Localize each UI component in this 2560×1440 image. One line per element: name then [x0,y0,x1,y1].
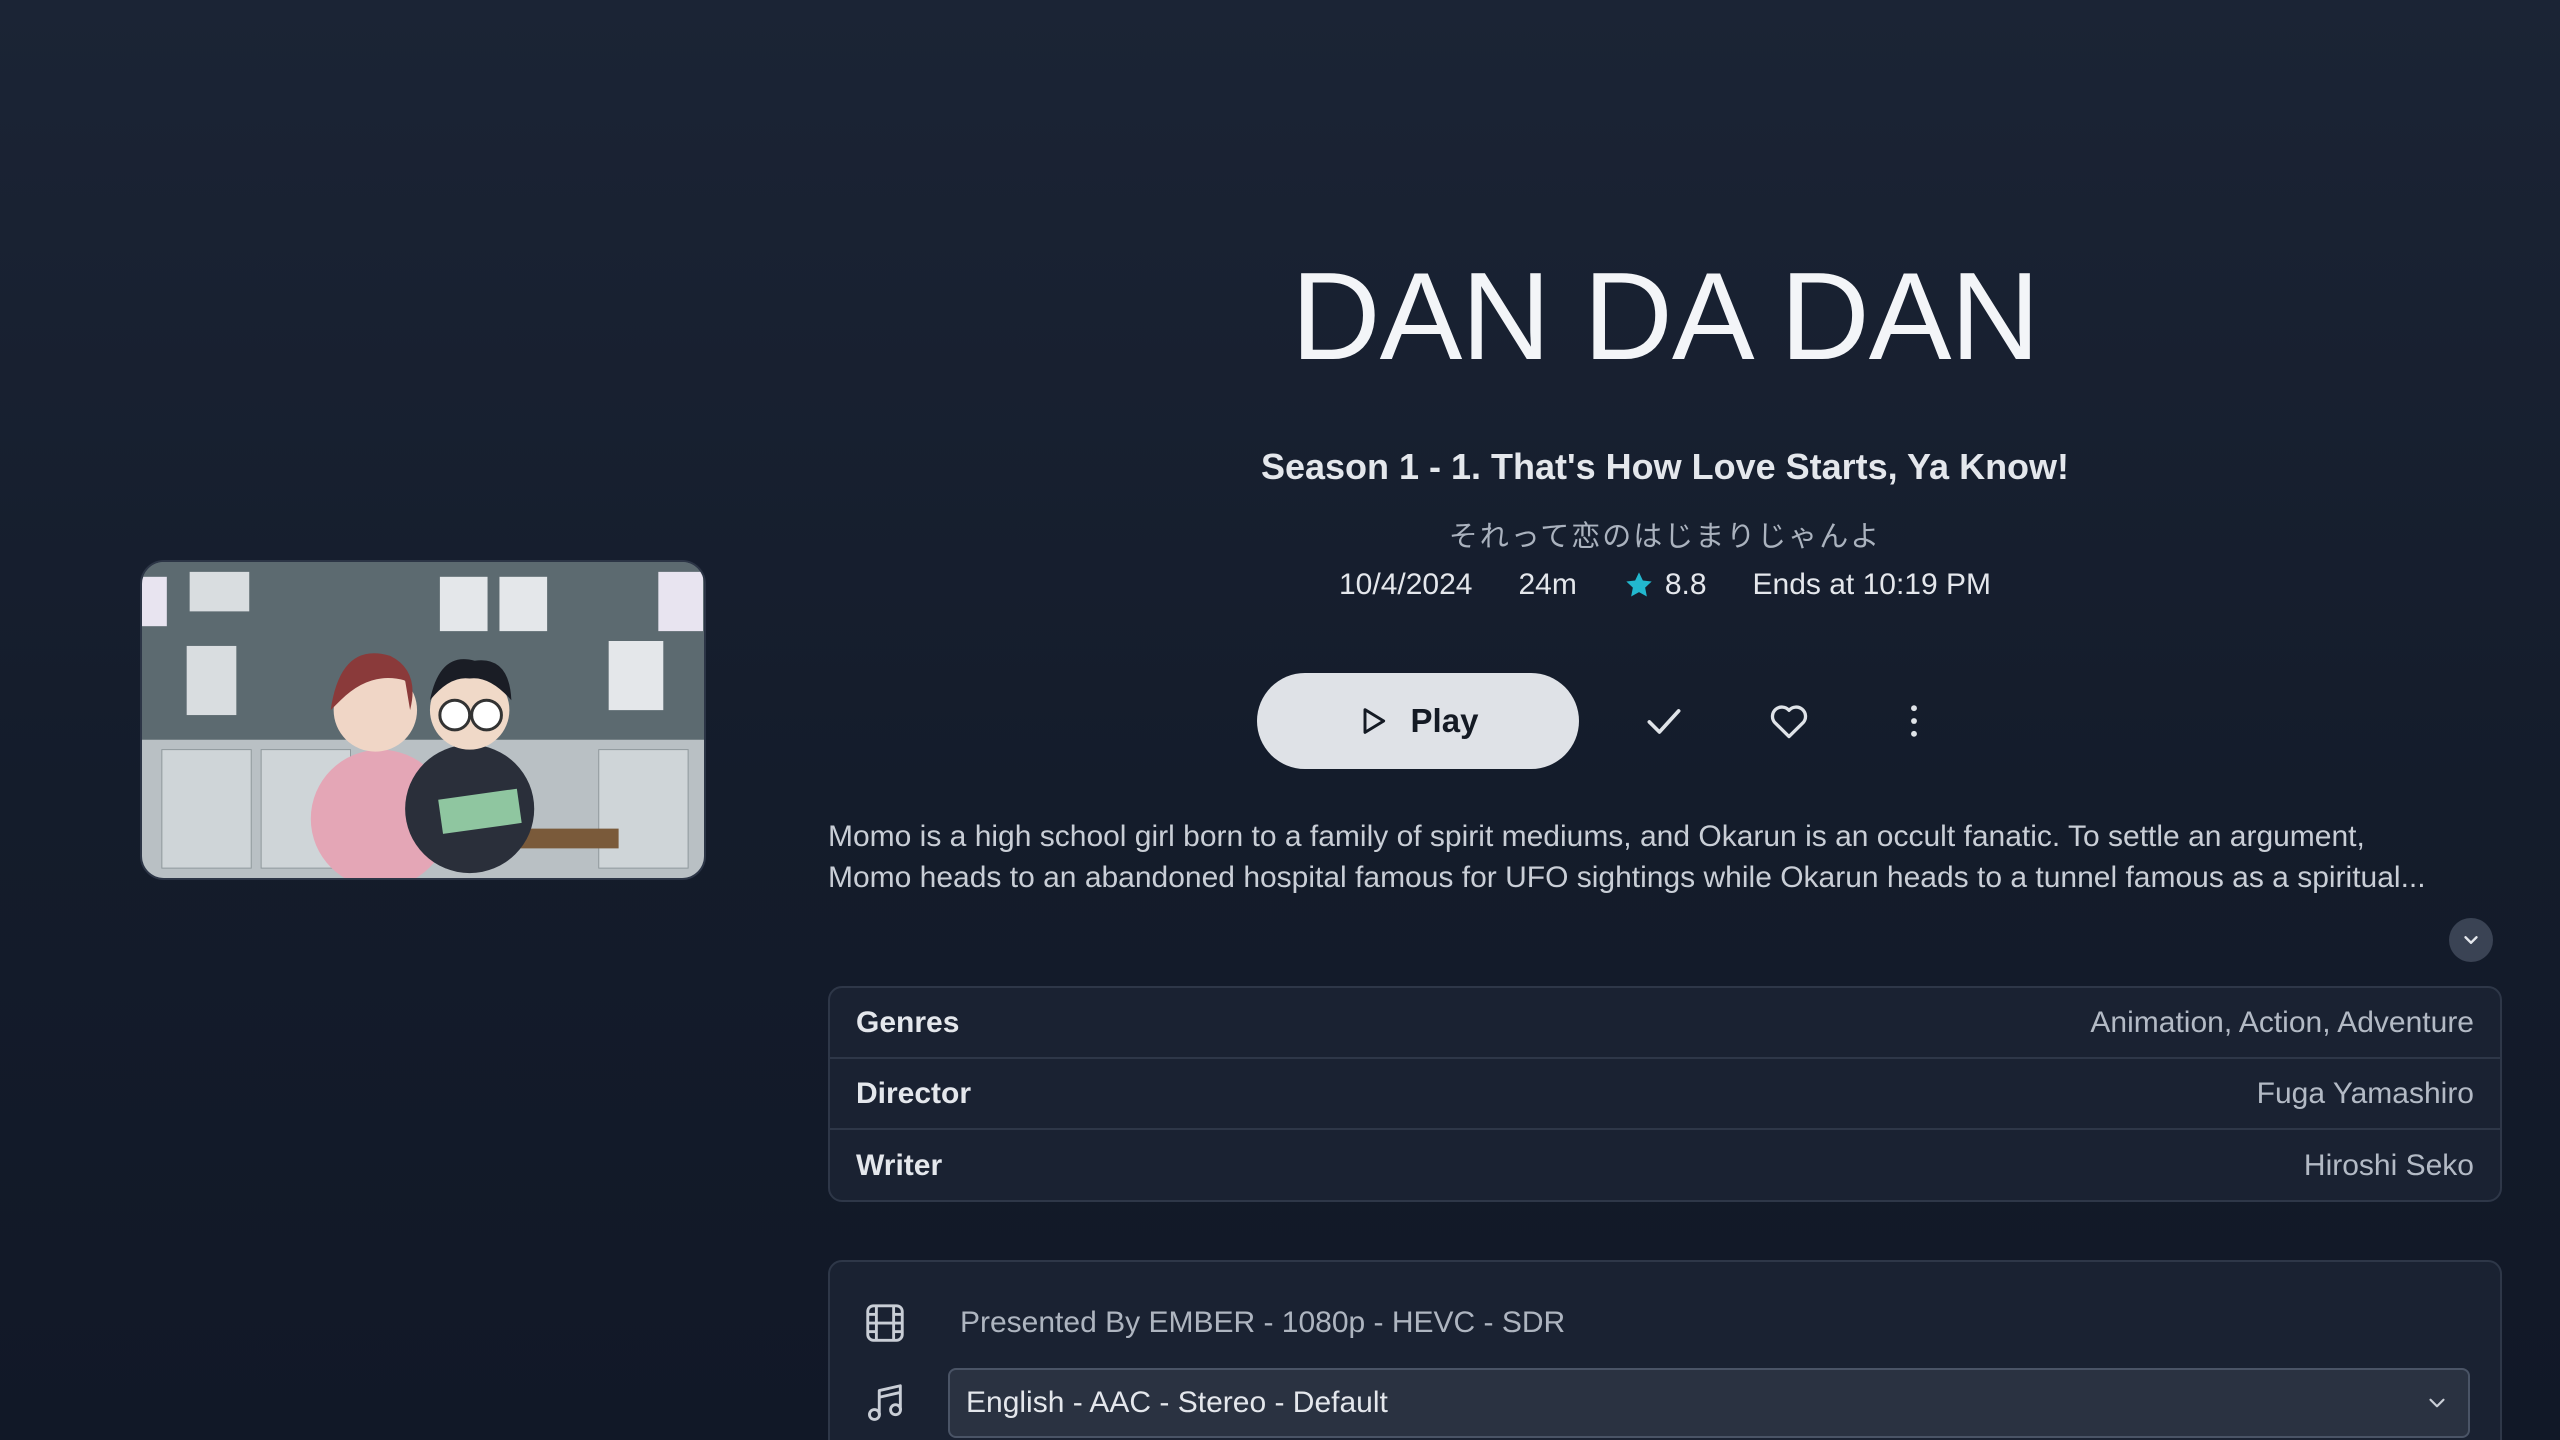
music-icon [868,1384,902,1421]
expand-overview-button[interactable] [2449,918,2493,962]
original-title: それって恋のはじまりじゃんよ [1448,521,1882,553]
overview-line-2: Momo heads to an abandoned hospital famo… [828,861,2426,894]
details-value[interactable]: Animation, Action, Adventure [2090,1006,2474,1040]
details-key: Genres [856,1005,960,1039]
check-icon [1647,709,1680,734]
premiere-date: 10/4/2024 [1338,568,1473,601]
chevron-down-icon [2429,1398,2445,1408]
action-bar: Play [828,673,2502,769]
details-row-director: Director Fuga Yamashiro [830,1059,2500,1130]
overview-line-1: Momo is a high school girl born to a fam… [828,820,2365,853]
play-label: Play [1410,702,1479,739]
star-icon [1626,572,1652,597]
community-rating: 8.8 [1623,568,1707,602]
video-info: Presented By EMBER - 1080p - HEVC - SDR [862,1300,1565,1346]
details-row-writer: Writer Hiroshi Seko [830,1130,2500,1201]
episode-title: Season 1 - 1. That's How Love Starts, Ya… [1260,446,2070,487]
thumbnail-illustration [142,562,704,878]
mark-played-button[interactable] [1624,681,1704,761]
favorite-button[interactable] [1749,681,1829,761]
episode-overview: Momo is a high school girl born to a fam… [828,816,2502,898]
heart-icon [1770,705,1807,739]
chevron-down-icon [2464,936,2478,944]
more-vertical-icon [1910,705,1917,737]
details-key: Director [856,1076,972,1110]
episode-detail-page: DAN DA DAN Season 1 - 1. That's How Love… [0,0,2560,1440]
film-icon [866,1304,904,1342]
details-key: Writer [856,1148,943,1182]
series-title: DAN DA DAN [1291,248,2040,386]
details-value[interactable]: Fuga Yamashiro [2257,1077,2474,1111]
rating-value: 8.8 [1664,568,1707,601]
play-icon [1363,708,1385,734]
audio-track-value: English - AAC - Stereo - Default [966,1386,1388,1419]
ends-at: Ends at 10:19 PM [1752,568,1992,601]
details-table: Genres Animation, Action, Adventure Dire… [828,986,2502,1202]
episode-thumbnail[interactable] [140,560,706,880]
episode-meta: 10/4/2024 24m 8.8 Ends at 10:19 PM [828,568,2502,602]
media-info-panel: Presented By EMBER - 1080p - HEVC - SDR … [828,1260,2502,1440]
runtime: 24m [1518,568,1577,601]
details-value[interactable]: Hiroshi Seko [2304,1149,2474,1183]
details-row-genres: Genres Animation, Action, Adventure [830,988,2500,1059]
more-options-button[interactable] [1874,681,1954,761]
audio-track-select[interactable]: English - AAC - Stereo - Default [948,1368,2470,1438]
play-button[interactable]: Play [1256,673,1579,769]
video-info-text: Presented By EMBER - 1080p - HEVC - SDR [960,1306,1566,1339]
